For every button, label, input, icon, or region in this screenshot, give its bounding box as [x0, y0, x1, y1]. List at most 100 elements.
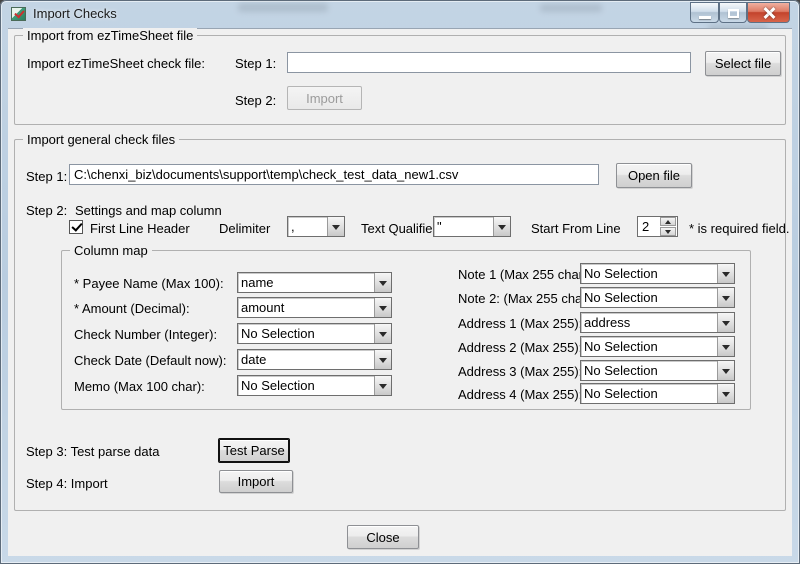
- note1-label: Note 1 (Max 255 char): [458, 267, 587, 282]
- select-file-button[interactable]: Select file: [705, 51, 781, 76]
- address4-label: Address 4 (Max 255):: [458, 387, 582, 402]
- selected-value: No Selection: [584, 386, 715, 401]
- dropdown-button[interactable]: [717, 337, 734, 356]
- general-check-files-group: Import general check files Step 1: Open …: [14, 139, 786, 511]
- selected-value: No Selection: [241, 378, 372, 393]
- eztimesheet-group: Import from ezTimeSheet file Import ezTi…: [14, 35, 786, 125]
- button-label: Open file: [628, 168, 680, 183]
- selected-value: No Selection: [584, 363, 715, 378]
- first-line-header-checkbox[interactable]: [69, 220, 83, 234]
- test-parse-button[interactable]: Test Parse: [218, 438, 290, 463]
- check-number-select[interactable]: No Selection: [237, 323, 392, 344]
- dropdown-button[interactable]: [717, 288, 734, 307]
- minimize-button[interactable]: [690, 2, 719, 23]
- spin-down-button[interactable]: [660, 227, 676, 236]
- check-number-label: Check Number (Integer):: [74, 327, 217, 342]
- check-date-select[interactable]: date: [237, 349, 392, 370]
- payee-name-label: * Payee Name (Max 100):: [74, 276, 224, 291]
- delimiter-select[interactable]: ,: [287, 216, 345, 237]
- button-label: Import: [306, 91, 343, 106]
- selected-value: ,: [291, 219, 325, 234]
- text-qualifier-select[interactable]: ": [433, 216, 511, 237]
- dropdown-button[interactable]: [374, 324, 391, 343]
- dropdown-button[interactable]: [374, 350, 391, 369]
- dropdown-button[interactable]: [717, 361, 734, 380]
- selected-value: date: [241, 352, 372, 367]
- dropdown-button[interactable]: [717, 384, 734, 403]
- dropdown-button[interactable]: [374, 376, 391, 395]
- first-line-header-label: First Line Header: [90, 221, 190, 236]
- close-button[interactable]: Close: [347, 525, 419, 549]
- step2-label: Step 2:: [235, 93, 276, 108]
- selected-value: No Selection: [584, 266, 715, 281]
- button-label: Import: [238, 474, 275, 489]
- start-from-line-label: Start From Line: [531, 221, 621, 236]
- selected-value: address: [584, 315, 715, 330]
- address1-select[interactable]: address: [580, 312, 735, 333]
- import-button[interactable]: Import: [219, 470, 293, 493]
- button-label: Close: [366, 530, 399, 545]
- dropdown-button[interactable]: [374, 273, 391, 292]
- checks-icon: [11, 7, 26, 21]
- title-bar[interactable]: Import Checks: [0, 0, 800, 28]
- aero-glass-smudge: [238, 3, 328, 12]
- dropdown-button[interactable]: [327, 217, 344, 236]
- chevron-down-icon: [332, 225, 340, 230]
- button-label: Select file: [715, 56, 771, 71]
- close-window-button[interactable]: [747, 2, 790, 23]
- chevron-down-icon: [498, 225, 506, 230]
- stepper-value: 2: [642, 219, 649, 234]
- address3-select[interactable]: No Selection: [580, 360, 735, 381]
- group-title: Column map: [70, 243, 152, 258]
- eztimesheet-file-input[interactable]: [287, 52, 691, 73]
- close-icon: [763, 7, 775, 19]
- amount-select[interactable]: amount: [237, 297, 392, 318]
- chevron-down-icon: [722, 272, 730, 277]
- triangle-down-icon: [665, 230, 671, 234]
- group-title: Import general check files: [23, 132, 179, 147]
- aero-glass-smudge: [540, 4, 602, 12]
- eztimesheet-import-button[interactable]: Import: [287, 86, 362, 110]
- dropdown-button[interactable]: [717, 313, 734, 332]
- text-qualifier-label: Text Qualifier: [361, 221, 437, 236]
- note2-select[interactable]: No Selection: [580, 287, 735, 308]
- address1-label: Address 1 (Max 255):: [458, 316, 582, 331]
- window-title: Import Checks: [33, 6, 117, 21]
- memo-select[interactable]: No Selection: [237, 375, 392, 396]
- step1-label: Step 1:: [235, 56, 276, 71]
- chevron-down-icon: [379, 332, 387, 337]
- eztimesheet-file-label: Import ezTimeSheet check file:: [27, 56, 205, 71]
- chevron-down-icon: [379, 358, 387, 363]
- selected-value: name: [241, 275, 372, 290]
- dialog-client-area: Import from ezTimeSheet file Import ezTi…: [8, 28, 792, 556]
- memo-label: Memo (Max 100 char):: [74, 379, 205, 394]
- payee-name-select[interactable]: name: [237, 272, 392, 293]
- open-file-button[interactable]: Open file: [616, 163, 692, 188]
- chevron-down-icon: [379, 306, 387, 311]
- button-label: Test Parse: [223, 443, 284, 458]
- dropdown-button[interactable]: [374, 298, 391, 317]
- dropdown-button[interactable]: [493, 217, 510, 236]
- chevron-down-icon: [722, 321, 730, 326]
- note2-label: Note 2: (Max 255 char):: [458, 291, 595, 306]
- chevron-down-icon: [722, 369, 730, 374]
- step4-label: Step 4: Import: [26, 476, 108, 491]
- address2-select[interactable]: No Selection: [580, 336, 735, 357]
- address4-select[interactable]: No Selection: [580, 383, 735, 404]
- check-date-label: Check Date (Default now):: [74, 353, 226, 368]
- start-from-line-stepper[interactable]: 2: [637, 216, 678, 237]
- minimize-icon: [699, 16, 711, 19]
- address3-label: Address 3 (Max 255):: [458, 364, 582, 379]
- spin-up-button[interactable]: [660, 217, 676, 226]
- chevron-down-icon: [722, 296, 730, 301]
- maximize-button[interactable]: [719, 2, 747, 23]
- address2-label: Address 2 (Max 255):: [458, 340, 582, 355]
- step3-label: Step 3: Test parse data: [26, 444, 159, 459]
- delimiter-label: Delimiter: [219, 221, 270, 236]
- chevron-down-icon: [722, 345, 730, 350]
- dropdown-button[interactable]: [717, 264, 734, 283]
- triangle-up-icon: [665, 220, 671, 224]
- group-title: Import from ezTimeSheet file: [23, 28, 197, 43]
- check-file-path-input[interactable]: [69, 164, 599, 185]
- note1-select[interactable]: No Selection: [580, 263, 735, 284]
